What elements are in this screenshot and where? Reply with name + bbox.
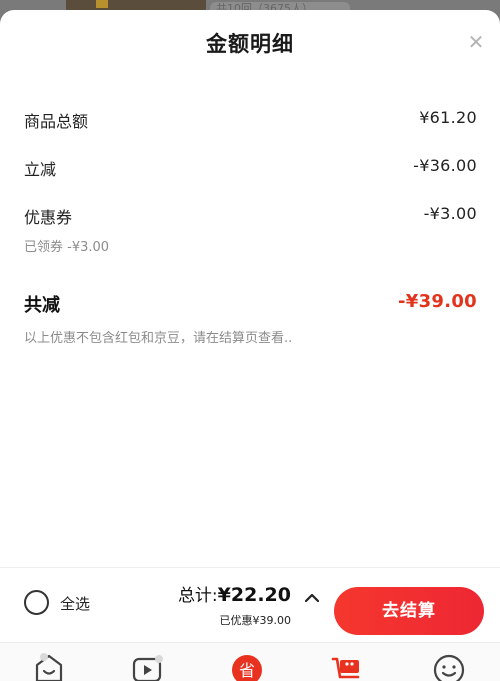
total-reduction-row: 共减 -¥39.00 bbox=[24, 291, 477, 316]
checkout-bar: 全选 总计:¥22.20 已优惠¥39.00 去结算 bbox=[0, 567, 500, 635]
checkout-button[interactable]: 去结算 bbox=[334, 587, 484, 635]
discount-summary: 已优惠¥39.00 bbox=[219, 614, 292, 627]
select-all-radio[interactable] bbox=[24, 590, 49, 615]
coupon-claimed-note: 已领券 -¥3.00 bbox=[24, 240, 110, 255]
total-line: 总计:¥22.20 bbox=[178, 581, 291, 606]
total-reduction-value: -¥39.00 bbox=[397, 291, 477, 312]
breakdown-label: 优惠券 bbox=[24, 208, 73, 227]
select-all-label: 全选 bbox=[60, 595, 91, 613]
profile-icon[interactable] bbox=[432, 651, 466, 681]
total-summary: 总计:¥22.20 已优惠¥39.00 bbox=[178, 581, 291, 628]
background-thumbnail-detail bbox=[96, 0, 108, 8]
close-icon[interactable]: ✕ bbox=[464, 30, 488, 54]
breakdown-label: 立减 bbox=[24, 160, 57, 179]
breakdown-row-instant-discount: 立减 -¥36.00 bbox=[24, 156, 477, 180]
chevron-up-icon[interactable] bbox=[301, 587, 323, 609]
svg-text:省: 省 bbox=[239, 661, 255, 680]
total-label: 总计: bbox=[177, 586, 218, 606]
save-money-icon[interactable]: 省 bbox=[230, 651, 264, 681]
breakdown-value: ¥61.20 bbox=[419, 108, 477, 127]
breakdown-row-coupon: 优惠券 -¥3.00 bbox=[24, 204, 477, 228]
discount-note: 以上优惠不包含红包和京豆，请在结算页查看.. bbox=[24, 331, 293, 346]
home-icon[interactable] bbox=[32, 651, 66, 681]
breakdown-label: 商品总额 bbox=[24, 112, 89, 131]
total-amount: ¥22.20 bbox=[217, 584, 291, 606]
breakdown-row-goods-total: 商品总额 ¥61.20 bbox=[24, 108, 477, 132]
breakdown-value: -¥36.00 bbox=[413, 156, 477, 175]
video-icon[interactable] bbox=[130, 651, 164, 681]
cart-icon[interactable] bbox=[330, 651, 364, 681]
total-reduction-label: 共减 bbox=[24, 295, 60, 316]
breakdown-value: -¥3.00 bbox=[423, 204, 477, 223]
sheet-title: 金额明细 bbox=[206, 32, 294, 56]
bottom-tab-bar: 省 bbox=[0, 642, 500, 681]
page: 共10回（3675人） 金额明细 ✕ 商品总额 ¥61.20 立减 -¥36.0… bbox=[0, 0, 500, 681]
